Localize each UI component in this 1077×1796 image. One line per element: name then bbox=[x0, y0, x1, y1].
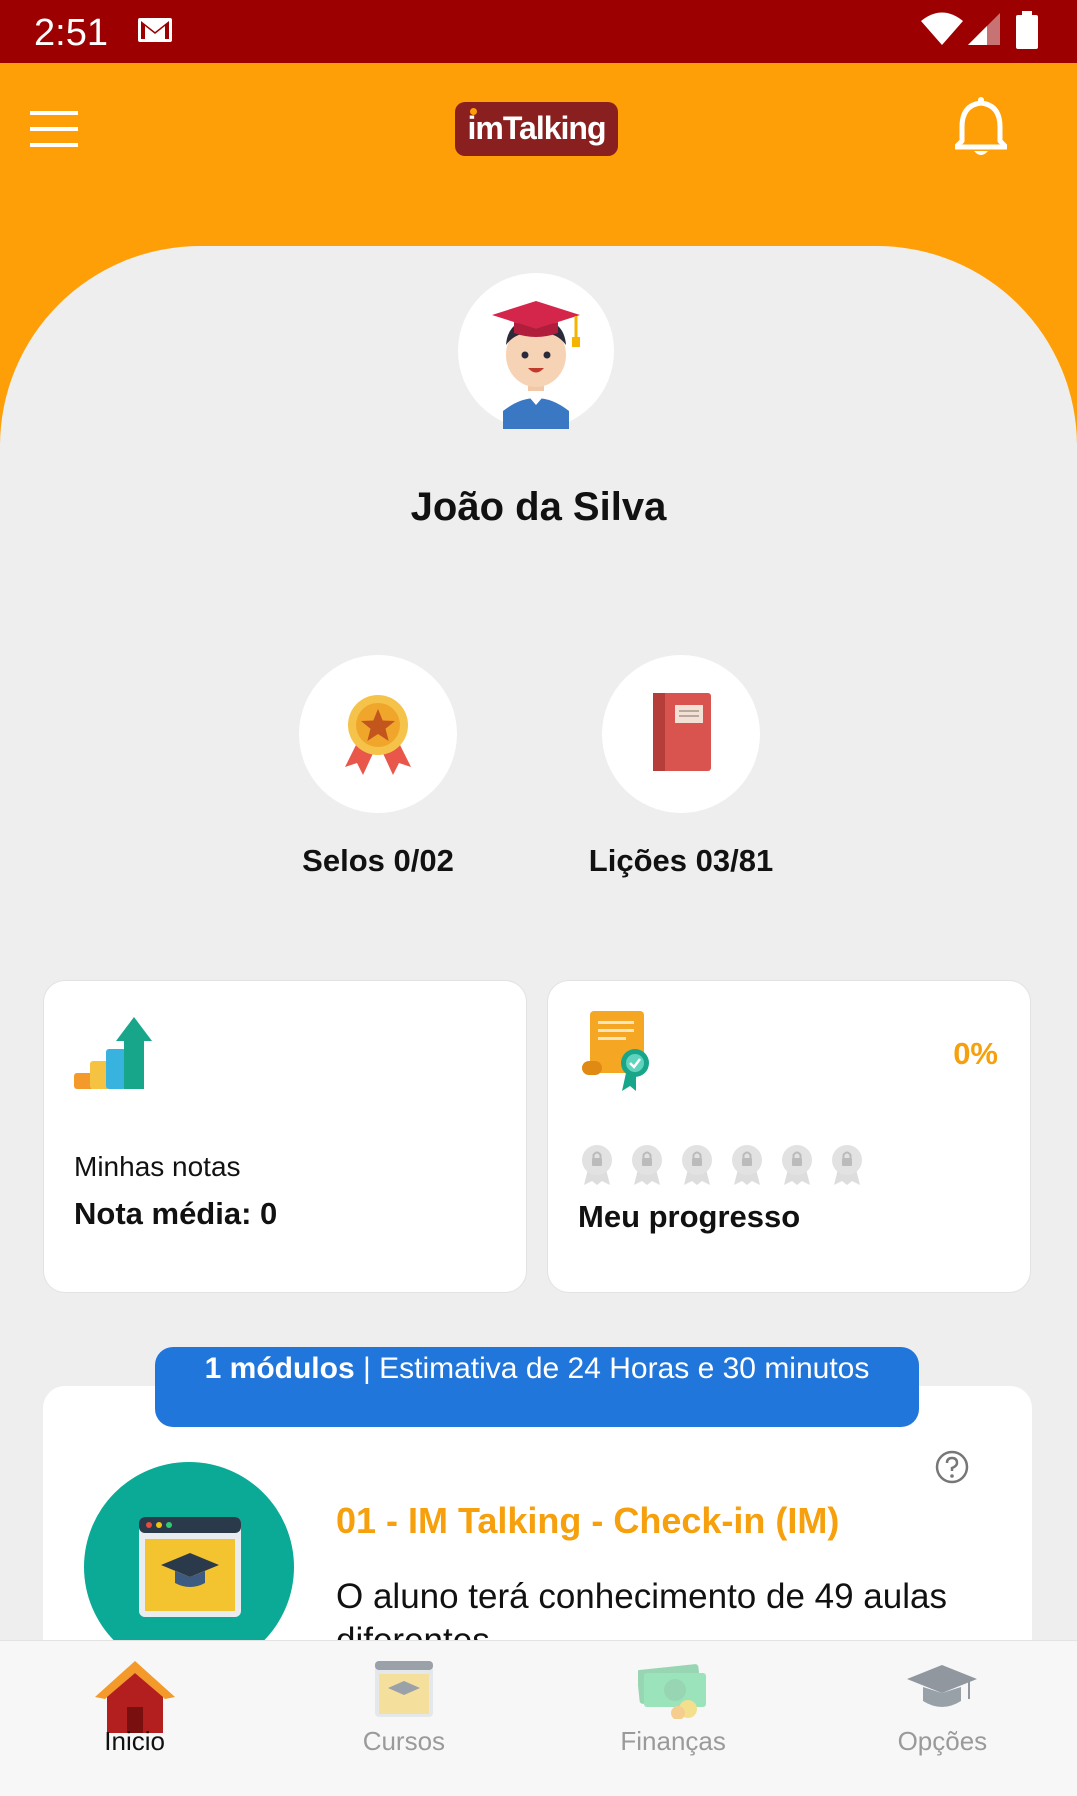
locked-badges bbox=[580, 1143, 864, 1190]
status-time: 2:51 bbox=[34, 12, 108, 54]
signal-icon bbox=[967, 12, 1001, 51]
progress-percent: 0% bbox=[953, 1036, 998, 1071]
graduation-window-icon bbox=[139, 1517, 241, 1622]
nav-financas-label: Finanças bbox=[620, 1726, 726, 1756]
progress-title: Meu progresso bbox=[578, 1199, 801, 1234]
stat-licoes[interactable]: Lições 03/81 bbox=[561, 655, 801, 879]
wifi-icon bbox=[920, 12, 964, 51]
nav-inicio[interactable]: Inicio bbox=[0, 1641, 269, 1796]
stat-licoes-circle bbox=[602, 655, 760, 813]
menu-icon[interactable] bbox=[30, 111, 78, 152]
user-name: João da Silva bbox=[410, 485, 667, 529]
help-icon[interactable] bbox=[935, 1450, 969, 1489]
app-logo: imTalking bbox=[455, 102, 618, 156]
nav-inicio-label: Inicio bbox=[104, 1726, 165, 1756]
grades-title: Minhas notas bbox=[74, 1151, 241, 1182]
money-icon bbox=[636, 1661, 708, 1724]
courses-icon bbox=[374, 1661, 433, 1722]
stat-selos-label: Selos 0/02 bbox=[302, 843, 454, 878]
medal-icon bbox=[339, 693, 417, 780]
module-estimate: | Estimativa de 24 Horas e 30 minutos bbox=[354, 1352, 870, 1385]
module-banner: 1 módulos | Estimativa de 24 Horas e 30 … bbox=[155, 1347, 919, 1427]
nav-cursos-label: Cursos bbox=[362, 1726, 446, 1756]
battery-icon bbox=[1016, 11, 1038, 54]
bottom-nav: Inicio Cursos Finanças Opções bbox=[0, 1640, 1077, 1796]
lock-badge-icon bbox=[680, 1143, 714, 1190]
graduation-cap-icon bbox=[907, 1661, 978, 1716]
chart-growth-icon bbox=[74, 1015, 154, 1094]
lock-badge-icon bbox=[830, 1143, 864, 1190]
grades-average: Nota média: 0 bbox=[74, 1196, 278, 1231]
grades-card[interactable]: Minhas notas Nota média: 0 bbox=[43, 980, 527, 1293]
avatar[interactable] bbox=[458, 273, 614, 429]
nav-opcoes[interactable]: Opções bbox=[808, 1641, 1077, 1796]
lock-badge-icon bbox=[780, 1143, 814, 1190]
stat-licoes-label: Lições 03/81 bbox=[588, 843, 774, 878]
nav-cursos[interactable]: Cursos bbox=[269, 1641, 538, 1796]
status-bar: 2:51 bbox=[0, 0, 1077, 63]
nav-financas[interactable]: Finanças bbox=[539, 1641, 808, 1796]
gmail-icon bbox=[137, 15, 173, 50]
nav-opcoes-label: Opções bbox=[897, 1726, 988, 1756]
lock-badge-icon bbox=[580, 1143, 614, 1190]
bell-icon[interactable] bbox=[953, 97, 1009, 164]
book-icon bbox=[653, 693, 711, 776]
stat-selos-circle bbox=[299, 655, 457, 813]
lock-badge-icon bbox=[630, 1143, 664, 1190]
logo-text: imTalking bbox=[467, 110, 607, 146]
certificate-icon bbox=[582, 1011, 658, 1096]
lock-badge-icon bbox=[730, 1143, 764, 1190]
progress-card[interactable]: 0% Meu progresso bbox=[547, 980, 1031, 1293]
stat-selos[interactable]: Selos 0/02 bbox=[258, 655, 498, 879]
module-count: 1 módulos bbox=[204, 1352, 355, 1385]
module-title[interactable]: 01 - IM Talking - Check-in (IM) bbox=[336, 1500, 839, 1542]
